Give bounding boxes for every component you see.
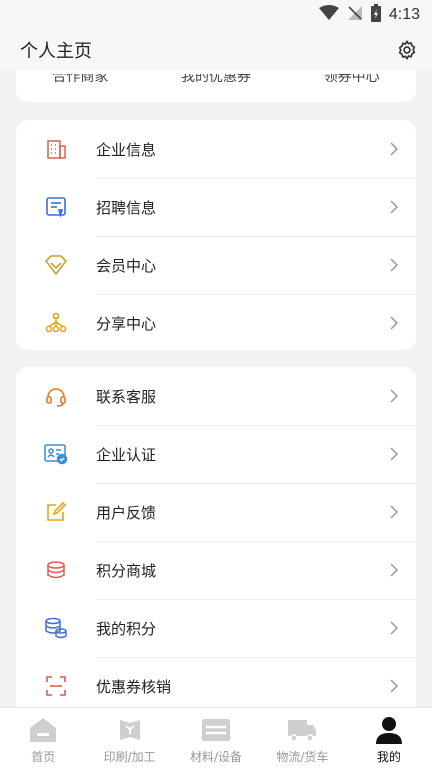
building-icon <box>44 137 68 161</box>
wifi-icon <box>318 5 339 25</box>
menu-item-company-verification[interactable]: 企业认证 <box>16 425 416 483</box>
link-my-coupons[interactable]: 我的优惠券 <box>181 74 251 88</box>
tab-label: 首页 <box>31 750 56 764</box>
chevron-right-icon <box>388 199 400 215</box>
menu-label: 联系客服 <box>96 387 157 406</box>
chevron-right-icon <box>388 620 400 636</box>
menu-label: 招聘信息 <box>96 198 157 217</box>
tab-logistics-truck[interactable]: 物流/货车 <box>259 708 345 768</box>
headset-icon <box>44 384 68 408</box>
share-icon <box>44 311 68 335</box>
chevron-right-icon <box>388 504 400 520</box>
home-icon <box>28 715 58 745</box>
menu-label: 用户反馈 <box>96 503 157 522</box>
menu-label: 我的积分 <box>96 619 157 638</box>
id-card-icon <box>44 442 68 466</box>
print-icon <box>115 715 145 745</box>
tab-label: 印刷/加工 <box>103 750 156 764</box>
menu-item-customer-service[interactable]: 联系客服 <box>16 367 416 425</box>
scan-icon <box>44 674 68 698</box>
menu-label: 会员中心 <box>96 256 157 275</box>
chevron-right-icon <box>388 388 400 404</box>
menu-item-recruitment[interactable]: 招聘信息 <box>16 178 416 236</box>
materials-icon <box>201 715 231 745</box>
battery-charging-icon <box>370 4 381 26</box>
points-icon <box>44 616 68 640</box>
chevron-right-icon <box>388 257 400 273</box>
truck-icon <box>287 715 317 745</box>
menu-label: 优惠券核销 <box>96 677 172 696</box>
menu-item-feedback[interactable]: 用户反馈 <box>16 483 416 541</box>
no-signal-icon <box>347 5 363 25</box>
diamond-icon <box>44 253 68 277</box>
tab-label: 物流/货车 <box>276 750 329 764</box>
menu-label: 积分商城 <box>96 561 157 580</box>
tab-materials-equipment[interactable]: 材料/设备 <box>173 708 259 768</box>
status-time: 4:13 <box>388 6 420 23</box>
menu-item-membership[interactable]: 会员中心 <box>16 236 416 294</box>
tab-mine[interactable]: 我的 <box>346 708 432 768</box>
menu-item-points-mall[interactable]: 积分商城 <box>16 541 416 599</box>
header: 个人主页 <box>0 30 432 70</box>
profile-icon <box>374 715 404 745</box>
tab-home[interactable]: 首页 <box>0 708 86 768</box>
menu-group-service: 联系客服 企业认证 用户反馈 积分商城 我的积分 优惠券核销 <box>16 367 416 707</box>
bottom-tab-bar: 首页 印刷/加工 材料/设备 物流/货车 我的 <box>0 707 432 768</box>
job-post-icon <box>44 195 68 219</box>
page-title: 个人主页 <box>20 41 92 62</box>
chevron-right-icon <box>388 678 400 694</box>
menu-group-business: 企业信息 招聘信息 会员中心 分享中心 <box>16 120 416 350</box>
link-coupon-center[interactable]: 领券中心 <box>324 74 380 88</box>
menu-item-my-points[interactable]: 我的积分 <box>16 599 416 657</box>
gear-icon[interactable] <box>394 37 420 63</box>
chevron-right-icon <box>388 562 400 578</box>
feedback-icon <box>44 500 68 524</box>
menu-label: 企业认证 <box>96 445 157 464</box>
quick-links-card: 合作商家 我的优惠券 领券中心 <box>16 70 416 102</box>
coins-stack-icon <box>44 558 68 582</box>
status-bar: 4:13 <box>0 0 432 30</box>
menu-label: 分享中心 <box>96 314 157 333</box>
scroll-content[interactable]: 合作商家 我的优惠券 领券中心 企业信息 招聘信息 会员中心 分享中心 联系客服… <box>0 70 432 707</box>
chevron-right-icon <box>388 315 400 331</box>
menu-item-share-center[interactable]: 分享中心 <box>16 294 416 352</box>
menu-label: 企业信息 <box>96 140 157 159</box>
link-partner-merchants[interactable]: 合作商家 <box>52 74 108 88</box>
chevron-right-icon <box>388 446 400 462</box>
menu-item-company-info[interactable]: 企业信息 <box>16 120 416 178</box>
tab-label: 我的 <box>376 750 401 764</box>
chevron-right-icon <box>388 141 400 157</box>
menu-item-coupon-redeem[interactable]: 优惠券核销 <box>16 657 416 707</box>
tab-print-processing[interactable]: 印刷/加工 <box>86 708 172 768</box>
tab-label: 材料/设备 <box>189 750 243 764</box>
